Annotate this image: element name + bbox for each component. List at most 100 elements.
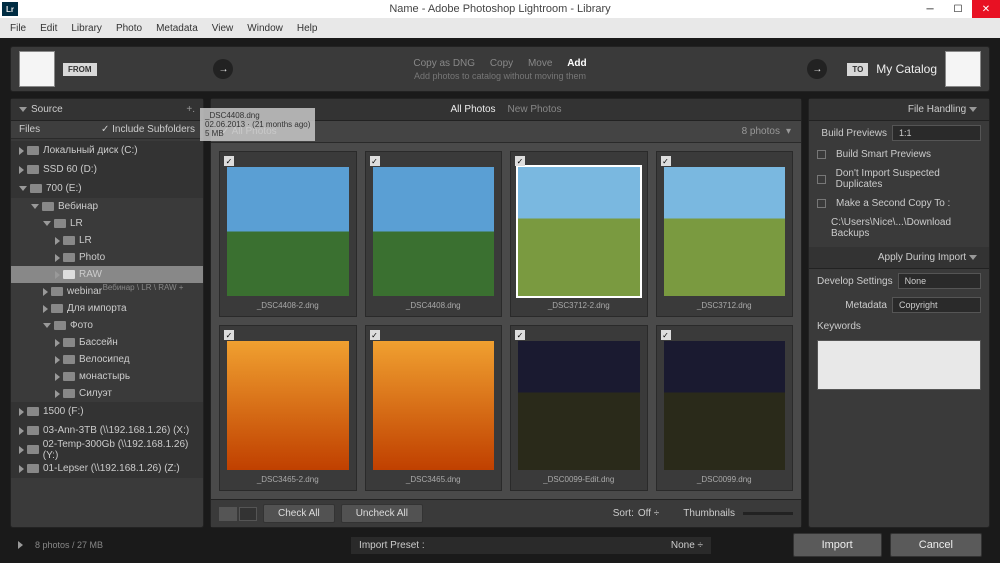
import-preset-bar[interactable]: Import Preset : None ÷	[351, 537, 711, 554]
chevron-down-icon	[19, 107, 27, 112]
source-preview-swatch	[19, 51, 55, 87]
cancel-button[interactable]: Cancel	[890, 533, 982, 557]
build-previews-select[interactable]: 1:1	[892, 125, 981, 141]
metadata-label: Metadata	[817, 300, 887, 311]
tree-item[interactable]: Для импорта	[11, 300, 203, 317]
source-path: Вебинар \ LR \ RAW +	[103, 283, 184, 292]
photo-thumbnail[interactable]: ✓ _DSC0099-Edit.dng	[510, 325, 648, 491]
photo-filename: _DSC3465-2.dng	[223, 472, 353, 487]
grid-panel: All Photos New Photos ✓ All Photos 8 pho…	[210, 98, 802, 528]
action-copy-dng[interactable]: Copy as DNG	[413, 58, 475, 69]
minimize-button[interactable]: ─	[916, 0, 944, 18]
photo-thumbnail[interactable]: ✓ _DSC3465-2.dng	[219, 325, 357, 491]
menu-file[interactable]: File	[4, 21, 32, 36]
source-title: Source	[31, 104, 63, 115]
keywords-input[interactable]	[817, 340, 981, 390]
photo-thumbnail[interactable]: ✓ _DSC4408-2.dng	[219, 151, 357, 317]
photo-thumbnail[interactable]: ✓ _DSC3712.dng	[656, 151, 794, 317]
grid-menu-icon[interactable]: ▾	[786, 126, 791, 137]
thumbnail-size-slider[interactable]	[743, 512, 793, 515]
grid-title: ✓ All Photos	[221, 126, 277, 137]
window-title: Name - Adobe Photoshop Lightroom - Libra…	[389, 3, 610, 15]
source-forward-button[interactable]: →	[213, 59, 233, 79]
photo-thumbnail[interactable]: ✓ _DSC3712-2.dng	[510, 151, 648, 317]
photo-filename: _DSC3465.dng	[369, 472, 499, 487]
photo-thumbnail[interactable]: ✓ _DSC3465.dng	[365, 325, 503, 491]
photo-checkbox[interactable]: ✓	[661, 330, 671, 340]
action-move[interactable]: Move	[528, 58, 552, 69]
tab-all-photos[interactable]: All Photos	[451, 104, 496, 115]
menu-window[interactable]: Window	[241, 21, 289, 36]
photo-checkbox[interactable]: ✓	[661, 156, 671, 166]
view-mode-switcher	[219, 507, 257, 521]
footer-bar: 8 photos / 27 MB Import Preset : None ÷ …	[10, 532, 990, 558]
maximize-button[interactable]: ☐	[944, 0, 972, 18]
photo-filename: _DSC0099-Edit.dng	[514, 472, 644, 487]
develop-settings-select[interactable]: None	[898, 273, 981, 289]
tree-item[interactable]: 01-Lepser (\\192.168.1.26) (Z:)	[11, 459, 203, 478]
photo-checkbox[interactable]: ✓	[224, 330, 234, 340]
tree-item[interactable]: Фото	[11, 317, 203, 334]
sort-value[interactable]: Off ÷	[638, 508, 659, 519]
menu-help[interactable]: Help	[291, 21, 324, 36]
tree-item[interactable]: 02-Temp-300Gb (\\192.168.1.26) (Y:)	[11, 440, 203, 459]
dest-preview-swatch	[945, 51, 981, 87]
files-label: Files	[19, 124, 40, 135]
apply-during-import-header[interactable]: Apply During Import	[809, 247, 989, 269]
tree-item[interactable]: монастырь	[11, 368, 203, 385]
photo-filename: _DSC4408.dng	[369, 298, 499, 313]
photo-filename: _DSC0099.dng	[660, 472, 790, 487]
photo-checkbox[interactable]: ✓	[515, 156, 525, 166]
chevron-down-icon	[969, 255, 977, 260]
from-badge: FROM	[63, 63, 97, 76]
action-subtitle: Add photos to catalog without moving the…	[407, 71, 592, 81]
chevron-down-icon	[969, 107, 977, 112]
photo-filename: _DSC4408-2.dng	[223, 298, 353, 313]
thumbnails-label: Thumbnails	[683, 508, 735, 519]
photo-count: 8 photos	[742, 126, 780, 137]
sort-label: Sort:	[613, 508, 634, 519]
chevron-right-icon[interactable]	[18, 541, 23, 549]
tree-item[interactable]: Силуэт	[11, 385, 203, 402]
photo-checkbox[interactable]: ✓	[515, 330, 525, 340]
photo-thumbnail[interactable]: ✓ _DSC0099.dng	[656, 325, 794, 491]
no-duplicates-checkbox[interactable]	[817, 175, 826, 184]
develop-settings-label: Develop Settings	[817, 276, 893, 287]
close-button[interactable]: ✕	[972, 0, 1000, 18]
status-text: 8 photos / 27 MB	[35, 540, 103, 550]
photo-filename: _DSC3712-2.dng	[514, 298, 644, 313]
photo-filename: _DSC3712.dng	[660, 298, 790, 313]
photo-checkbox[interactable]: ✓	[224, 156, 234, 166]
menu-edit[interactable]: Edit	[34, 21, 63, 36]
import-button[interactable]: Import	[793, 533, 882, 557]
app-icon: Lr	[2, 2, 18, 16]
import-settings-panel: File Handling Build Previews 1:1 Build S…	[808, 98, 990, 528]
loupe-view-button[interactable]	[239, 507, 257, 521]
keywords-label: Keywords	[817, 321, 861, 332]
destination-label[interactable]: My Catalog	[876, 62, 937, 76]
tab-new-photos[interactable]: New Photos	[508, 104, 562, 115]
tree-item[interactable]: Бассейн	[11, 334, 203, 351]
metadata-select[interactable]: Copyright	[892, 297, 981, 313]
action-copy[interactable]: Copy	[490, 58, 513, 69]
check-all-button[interactable]: Check All	[263, 504, 335, 523]
tree-item[interactable]: 1500 (F:)	[11, 402, 203, 421]
grid-view-button[interactable]	[219, 507, 237, 521]
uncheck-all-button[interactable]: Uncheck All	[341, 504, 423, 523]
file-handling-header[interactable]: File Handling	[809, 99, 989, 121]
menu-view[interactable]: View	[206, 21, 240, 36]
tree-item[interactable]: 03-Ann-3TB (\\192.168.1.26) (X:)	[11, 421, 203, 440]
dest-forward-button[interactable]: →	[807, 59, 827, 79]
to-badge: TO	[847, 63, 868, 76]
photo-checkbox[interactable]: ✓	[370, 330, 380, 340]
photo-filter-tabs: All Photos New Photos	[211, 99, 801, 121]
second-copy-checkbox[interactable]	[817, 199, 826, 208]
photo-thumbnail[interactable]: ✓ _DSC4408.dng	[365, 151, 503, 317]
source-drive[interactable]: 700 (E:) ÷	[103, 0, 184, 283]
tree-item[interactable]: Велосипед	[11, 351, 203, 368]
add-source-icon[interactable]: +.	[186, 104, 195, 115]
menu-library[interactable]: Library	[65, 21, 108, 36]
action-add[interactable]: Add	[567, 58, 586, 69]
photo-checkbox[interactable]: ✓	[370, 156, 380, 166]
smart-previews-checkbox[interactable]	[817, 150, 826, 159]
